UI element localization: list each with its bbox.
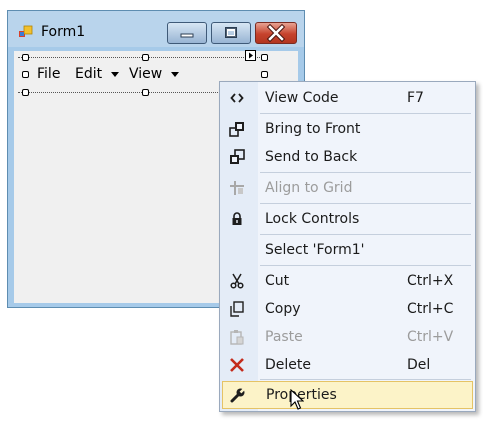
minimize-button[interactable] <box>167 22 207 44</box>
menu-item-shortcut: Ctrl+C <box>407 301 454 317</box>
maximize-icon <box>225 27 237 38</box>
menu-item-label: Align to Grid <box>265 180 353 196</box>
resize-handle[interactable] <box>261 71 268 78</box>
menu-item-send-to-back[interactable]: Send to Back <box>220 143 475 171</box>
smart-tag-button[interactable] <box>245 50 256 61</box>
close-button[interactable] <box>255 22 297 44</box>
menu-separator <box>260 113 471 114</box>
align-to-grid-icon <box>229 180 245 196</box>
menu-item-shortcut: Ctrl+V <box>407 329 454 345</box>
resize-handle[interactable] <box>22 54 29 61</box>
menu-item-view-code[interactable]: View Code F7 <box>220 84 475 112</box>
menu-item-label: Select 'Form1' <box>265 242 365 258</box>
maximize-button[interactable] <box>211 22 251 44</box>
delete-x-icon <box>229 357 245 373</box>
chevron-down-icon <box>171 72 179 77</box>
selection-bound-top <box>18 57 262 58</box>
resize-handle[interactable] <box>22 71 29 78</box>
chevron-down-icon <box>111 72 119 77</box>
menu-item-label: View Code <box>265 90 339 106</box>
smart-tag-arrow-icon <box>249 52 253 59</box>
menu-item-label: Paste <box>265 329 303 345</box>
menu-item-bring-to-front[interactable]: Bring to Front <box>220 115 475 143</box>
menu-item-shortcut: F7 <box>407 90 424 106</box>
menu-item-paste[interactable]: Paste Ctrl+V <box>220 323 475 351</box>
menu-separator <box>260 203 471 204</box>
context-menu: View Code F7 Bring to Front Send to Back <box>219 81 476 412</box>
menu-file[interactable]: File <box>37 66 60 82</box>
scissors-icon <box>229 273 245 289</box>
menu-edit[interactable]: Edit <box>75 66 102 82</box>
resize-handle[interactable] <box>142 54 149 61</box>
menu-item-properties[interactable]: Properties <box>222 381 473 409</box>
bring-to-front-icon <box>229 121 245 137</box>
menu-separator <box>260 265 471 266</box>
paste-icon <box>229 329 245 345</box>
menu-view[interactable]: View <box>129 66 162 82</box>
title-bar[interactable]: Form1 <box>8 11 304 47</box>
wrench-icon <box>230 387 246 403</box>
menu-separator <box>260 234 471 235</box>
copy-icon <box>229 301 245 317</box>
menu-item-shortcut: Del <box>407 357 431 373</box>
menu-item-align-to-grid[interactable]: Align to Grid <box>220 174 475 202</box>
send-to-back-icon <box>229 149 245 165</box>
menu-item-shortcut: Ctrl+X <box>407 273 454 289</box>
form-app-icon <box>19 25 33 37</box>
resize-handle[interactable] <box>142 89 149 96</box>
menu-separator <box>260 172 471 173</box>
menu-item-label: Send to Back <box>265 149 358 165</box>
resize-handle[interactable] <box>22 89 29 96</box>
lock-icon <box>229 211 245 227</box>
resize-handle[interactable] <box>261 54 268 61</box>
menu-item-label: Copy <box>265 301 301 317</box>
mouse-cursor-icon <box>290 389 304 410</box>
menu-item-label: Cut <box>265 273 290 289</box>
menu-item-copy[interactable]: Copy Ctrl+C <box>220 295 475 323</box>
menu-item-label: Bring to Front <box>265 121 361 137</box>
close-icon <box>266 23 286 43</box>
menu-item-select-form1[interactable]: Select 'Form1' <box>220 236 475 264</box>
menu-item-label: Lock Controls <box>265 211 360 227</box>
menu-separator <box>260 379 471 380</box>
menu-item-delete[interactable]: Delete Del <box>220 351 475 379</box>
minimize-icon <box>180 33 194 38</box>
window-title: Form1 <box>41 24 86 40</box>
menu-item-lock-controls[interactable]: Lock Controls <box>220 205 475 233</box>
menu-item-label: Delete <box>265 357 311 373</box>
code-brackets-icon <box>229 90 245 106</box>
menu-item-cut[interactable]: Cut Ctrl+X <box>220 267 475 295</box>
